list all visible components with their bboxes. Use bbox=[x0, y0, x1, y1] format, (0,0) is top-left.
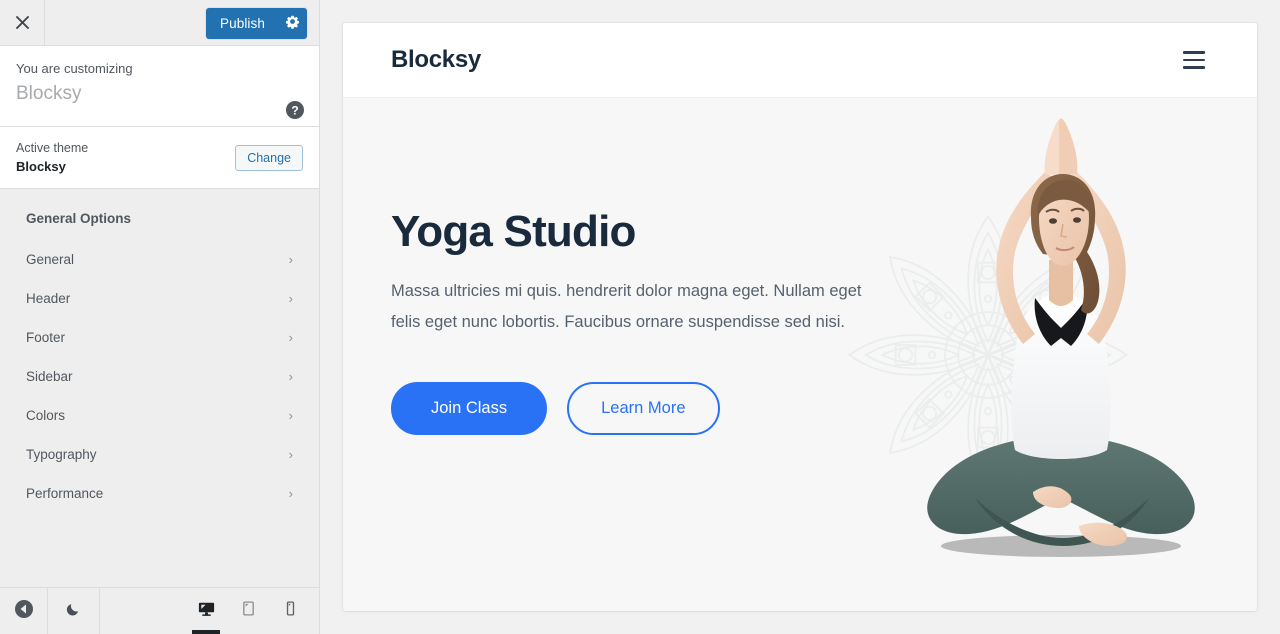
device-tablet-button[interactable] bbox=[227, 588, 269, 634]
customizer-topbar: Publish bbox=[0, 0, 319, 46]
hamburger-menu-icon[interactable] bbox=[1179, 47, 1209, 73]
sidebar-item-label: Performance bbox=[26, 486, 104, 501]
customizer-options-panel[interactable]: General Options General › Header › Foote… bbox=[0, 189, 319, 588]
hero-description: Massa ultricies mi quis. hendrerit dolor… bbox=[391, 282, 862, 332]
site-header: Blocksy bbox=[343, 23, 1257, 98]
hamburger-bar bbox=[1183, 66, 1205, 69]
dark-mode-toggle[interactable] bbox=[48, 588, 100, 634]
active-theme-name: Blocksy bbox=[16, 159, 66, 174]
chevron-right-icon: › bbox=[288, 330, 293, 345]
sidebar-item-label: Header bbox=[26, 291, 71, 306]
preview-frame: Blocksy Yoga Studio Massa ultricies mi q… bbox=[343, 23, 1257, 611]
sidebar-item-label: Colors bbox=[26, 408, 66, 423]
moon-icon bbox=[65, 600, 82, 622]
hero-button-group: Join Class Learn More bbox=[391, 382, 891, 435]
device-mobile-button[interactable] bbox=[269, 588, 311, 634]
sidebar-item-label: General bbox=[26, 252, 75, 267]
sidebar-item-header[interactable]: Header › bbox=[0, 279, 319, 318]
active-theme-label: Active theme bbox=[16, 141, 89, 155]
hero-section: Yoga Studio Massa ultricies mi quis. hen… bbox=[343, 98, 1257, 611]
hamburger-bar bbox=[1183, 58, 1205, 62]
close-customizer-button[interactable] bbox=[0, 0, 45, 45]
chevron-right-icon: › bbox=[288, 447, 293, 462]
customizer-bottombar bbox=[0, 588, 319, 634]
help-circle-icon: ? bbox=[285, 101, 305, 124]
sidebar-item-footer[interactable]: Footer › bbox=[0, 318, 319, 357]
chevron-right-icon: › bbox=[288, 252, 293, 267]
chevron-right-icon: › bbox=[288, 408, 293, 423]
sidebar-item-label: Footer bbox=[26, 330, 66, 345]
sidebar-item-typography[interactable]: Typography › bbox=[0, 435, 319, 474]
tablet-icon bbox=[240, 600, 257, 622]
device-preview-switcher bbox=[100, 588, 319, 634]
gear-icon bbox=[285, 14, 300, 34]
customizing-site-title: Blocksy bbox=[16, 83, 82, 104]
learn-more-button[interactable]: Learn More bbox=[567, 382, 720, 435]
publish-group: Publish bbox=[206, 8, 307, 39]
help-button[interactable]: ? bbox=[285, 100, 305, 120]
woman-in-lotus-yoga-pose-image bbox=[927, 118, 1195, 557]
device-desktop-button[interactable] bbox=[185, 588, 227, 634]
active-theme-panel: Active theme Blocksy Change bbox=[0, 127, 319, 189]
desktop-icon bbox=[197, 599, 216, 623]
sidebar-item-sidebar[interactable]: Sidebar › bbox=[0, 357, 319, 396]
publish-button[interactable]: Publish bbox=[206, 8, 277, 39]
general-options-heading: General Options bbox=[26, 211, 132, 226]
close-x-icon bbox=[15, 15, 30, 30]
publish-settings-button[interactable] bbox=[277, 8, 307, 39]
collapse-left-arrow-icon bbox=[14, 599, 34, 624]
join-class-button[interactable]: Join Class bbox=[391, 382, 548, 435]
hero-title: Yoga Studio bbox=[391, 207, 636, 256]
sidebar-item-label: Typography bbox=[26, 447, 97, 462]
hamburger-bar bbox=[1183, 51, 1205, 54]
customizing-info-panel: You are customizing Blocksy ? bbox=[0, 46, 319, 127]
sidebar-item-colors[interactable]: Colors › bbox=[0, 396, 319, 435]
sidebar-item-label: Sidebar bbox=[26, 369, 73, 384]
chevron-right-icon: › bbox=[288, 486, 293, 501]
mobile-icon bbox=[282, 600, 299, 622]
svg-text:?: ? bbox=[291, 104, 298, 118]
chevron-right-icon: › bbox=[288, 291, 293, 306]
sidebar-item-general[interactable]: General › bbox=[0, 240, 319, 279]
site-logo[interactable]: Blocksy bbox=[391, 46, 481, 74]
site-preview-area: Blocksy Yoga Studio Massa ultricies mi q… bbox=[320, 0, 1280, 634]
collapse-sidebar-button[interactable] bbox=[0, 588, 48, 634]
change-theme-button[interactable]: Change bbox=[235, 144, 303, 171]
hero-content: Yoga Studio Massa ultricies mi quis. hen… bbox=[391, 207, 891, 435]
hero-media bbox=[848, 98, 1243, 611]
active-theme-text: Active theme Blocksy bbox=[16, 139, 88, 176]
sidebar-item-performance[interactable]: Performance › bbox=[0, 474, 319, 513]
chevron-right-icon: › bbox=[288, 369, 293, 384]
customizer-sidebar: Publish You are customizing Blocksy ? Ac… bbox=[0, 0, 320, 634]
customizing-label: You are customizing bbox=[16, 61, 133, 76]
